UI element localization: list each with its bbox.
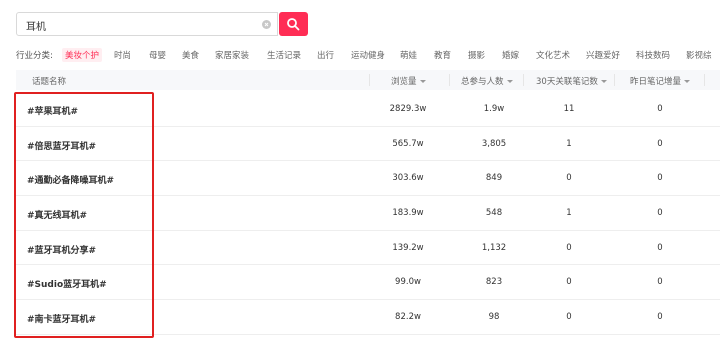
column-header-participants[interactable]: 总参与人数 [461,75,513,87]
yesterday-value: 0 [657,138,663,149]
topic-name[interactable]: #通勤必备降噪耳机# [27,173,114,186]
sort-caret-icon [506,80,513,83]
category-item[interactable]: 出行 [317,49,334,61]
column-divider [704,74,705,86]
search-input[interactable] [26,18,256,32]
category-item[interactable]: 教育 [434,49,451,61]
topic-name[interactable]: #苹果耳机# [27,104,78,117]
column-header-views[interactable]: 浏览量 [391,75,426,87]
category-item[interactable]: 摄影 [468,49,485,61]
category-item[interactable]: 婚嫁 [502,49,519,61]
category-item[interactable]: 母婴 [149,49,166,61]
category-label: 行业分类: [16,51,53,61]
participants-value: 849 [485,173,503,184]
table-row[interactable]: #倍思蓝牙耳机# 565.7w 3,805 1 0 [16,127,720,162]
sort-caret-icon [600,80,607,83]
notes-30d-value: 1 [566,208,572,219]
column-divider [369,74,370,86]
topic-name[interactable]: #真无线耳机# [27,208,87,221]
category-item[interactable]: 文化艺术 [536,49,570,61]
topic-name[interactable]: #倍思蓝牙耳机# [27,139,96,152]
views-value: 303.6w [392,173,424,184]
table-row[interactable]: #真无线耳机# 183.9w 548 1 0 [16,196,720,231]
column-divider [523,74,524,86]
participants-value: 3,805 [481,138,507,149]
category-item[interactable]: 影视综 [686,49,712,61]
column-header-yesterday[interactable]: 昨日笔记增量 [630,75,691,87]
clear-icon[interactable] [262,20,271,29]
participants-value: 1.9w [483,104,505,114]
notes-30d-value: 0 [566,277,572,288]
sort-caret-icon [419,80,426,83]
category-item[interactable]: 科技数码 [636,49,670,61]
topic-name[interactable]: #蓝牙耳机分享# [27,243,96,256]
column-divider [614,74,615,86]
participants-value: 823 [485,277,503,288]
participants-value: 548 [485,208,503,219]
views-value: 183.9w [392,208,424,219]
yesterday-value: 0 [657,312,663,323]
table-row[interactable]: #通勤必备降噪耳机# 303.6w 849 0 0 [16,161,720,197]
table-row[interactable]: #蓝牙耳机分享# 139.2w 1,132 0 0 [16,231,720,266]
participants-value: 98 [488,312,500,323]
category-item[interactable]: 美妆个护 [62,48,103,62]
category-item[interactable]: 时尚 [114,49,131,61]
topic-name[interactable]: #南卡蓝牙耳机# [27,312,96,325]
table-row[interactable]: #苹果耳机# 2829.3w 1.9w 11 0 [16,92,720,127]
category-item[interactable]: 运动健身 [351,49,385,61]
yesterday-value: 0 [657,173,663,184]
yesterday-value: 0 [657,277,663,288]
notes-30d-value: 0 [566,312,572,323]
views-value: 82.2w [395,312,421,323]
category-item[interactable]: 生活记录 [267,49,301,61]
sort-caret-icon [684,80,691,83]
table-row[interactable]: #南卡蓝牙耳机# 82.2w 98 0 0 [16,300,720,335]
participants-value: 1,132 [481,242,507,253]
notes-30d-value: 0 [566,173,572,184]
category-item[interactable]: 美食 [182,49,199,61]
views-value: 565.7w [392,138,424,149]
table-body: #苹果耳机# 2829.3w 1.9w 11 0 #倍思蓝牙耳机# 565.7w… [16,92,720,335]
notes-30d-value: 1 [566,138,572,149]
column-header-notes-30d[interactable]: 30天关联笔记数 [536,75,607,87]
search-box[interactable] [16,12,278,36]
search-button[interactable] [279,12,308,36]
table-header: 话题名称 浏览量 总参与人数 30天关联笔记数 昨日笔记增量 [16,70,720,90]
column-header-topic: 话题名称 [32,77,67,87]
topic-name[interactable]: #Sudio蓝牙耳机# [27,277,107,290]
views-value: 139.2w [392,242,424,253]
views-value: 2829.3w [389,104,427,114]
views-value: 99.0w [395,277,421,288]
category-item[interactable]: 兴趣爱好 [586,49,620,61]
notes-30d-value: 11 [563,104,575,114]
category-item[interactable]: 家居家装 [215,49,249,61]
notes-30d-value: 0 [566,242,572,253]
yesterday-value: 0 [657,104,663,114]
table-row[interactable]: #Sudio蓝牙耳机# 99.0w 823 0 0 [16,265,720,301]
yesterday-value: 0 [657,208,663,219]
yesterday-value: 0 [657,242,663,253]
column-divider [449,74,450,86]
category-item[interactable]: 萌娃 [400,49,417,61]
